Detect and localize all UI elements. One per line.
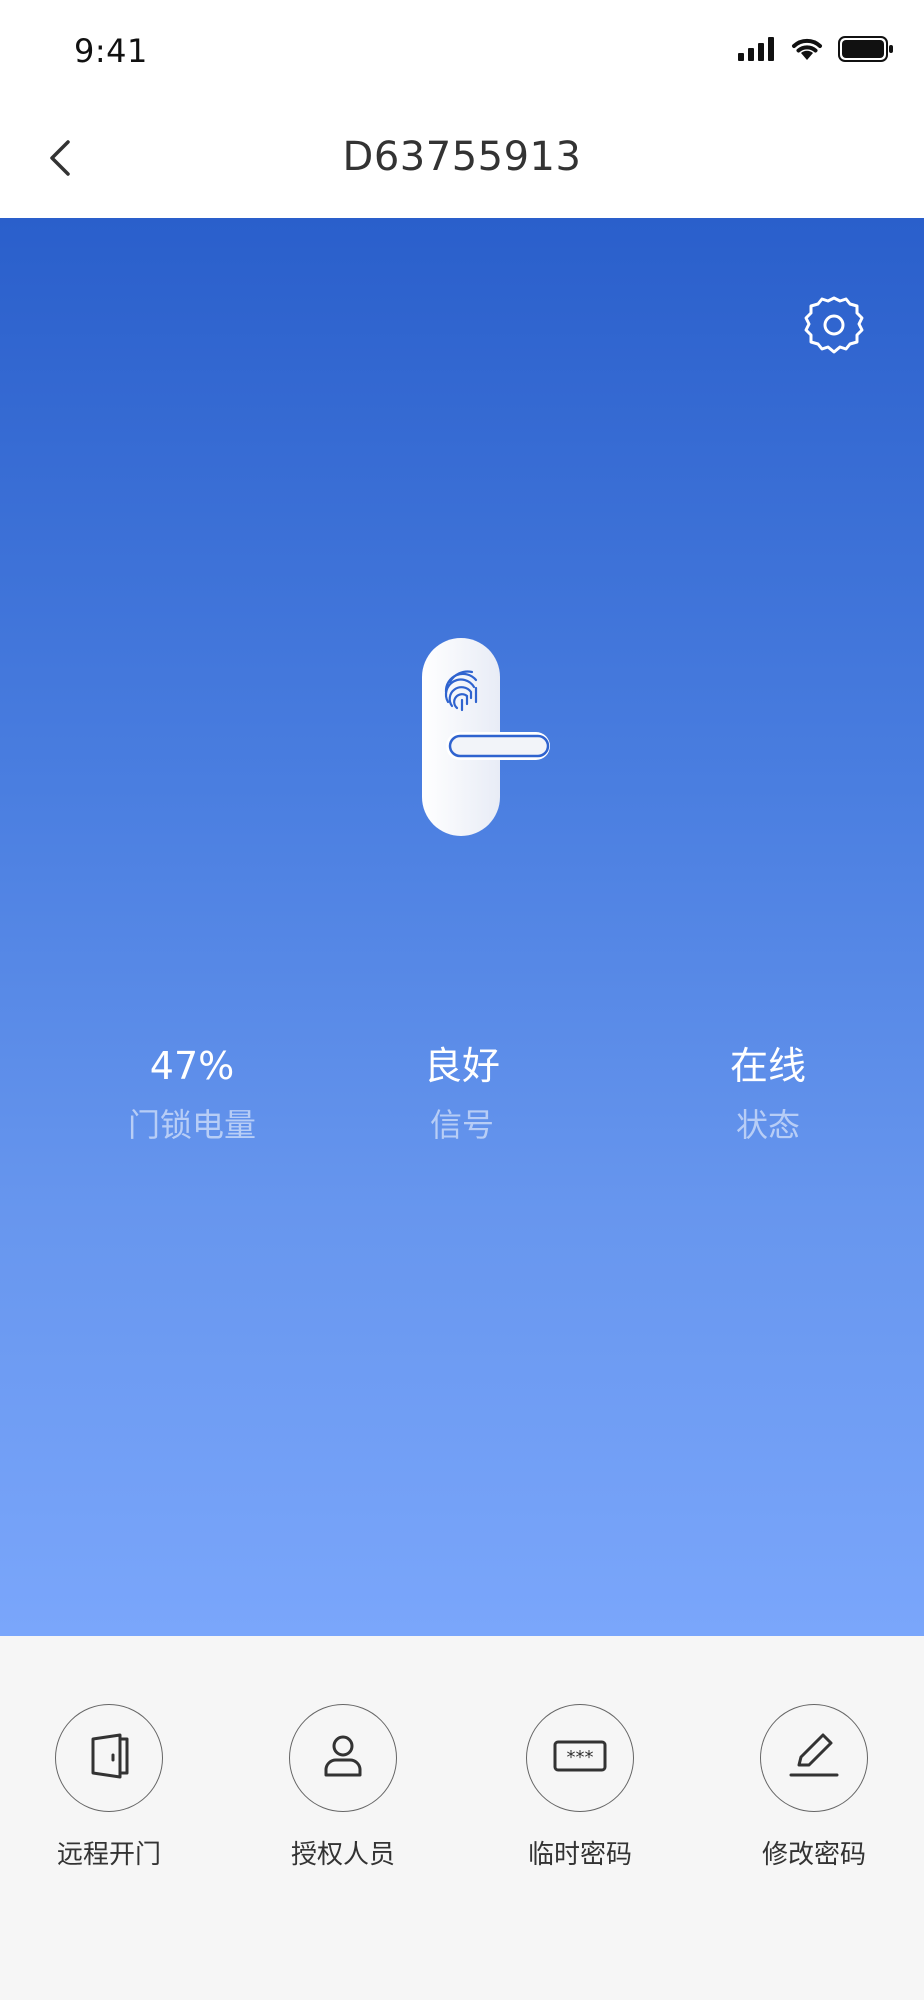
lock-status-panel: 47% 门锁电量 良好 信号 在线 状态 (0, 218, 924, 1636)
signal-icon (738, 37, 776, 65)
online-status-value: 在线 (729, 1044, 806, 1088)
change-password-button[interactable]: 修改密码 (714, 1704, 914, 1871)
remote-unlock-label: 远程开门 (56, 1840, 161, 1870)
battery-stat: 47% 门锁电量 (62, 1038, 322, 1146)
smart-lock-fingerprint-icon (410, 632, 560, 852)
svg-text:***: *** (567, 1747, 594, 1768)
battery-value: 47% (149, 1044, 235, 1088)
edit-icon (787, 1731, 841, 1785)
navigation-bar: D63755913 (0, 100, 924, 218)
battery-icon (838, 36, 894, 66)
user-icon (318, 1731, 368, 1785)
battery-label: 门锁电量 (127, 1106, 256, 1144)
online-status-label: 状态 (735, 1106, 800, 1144)
signal-label: 信号 (429, 1106, 494, 1144)
action-bar: 远程开门 授权人员 *** 临时密码 修改密码 (0, 1636, 924, 2000)
authorized-users-button[interactable]: 授权人员 (243, 1704, 443, 1871)
password-icon: *** (552, 1736, 608, 1780)
settings-button[interactable] (800, 294, 868, 362)
remote-unlock-button[interactable]: 远程开门 (9, 1704, 209, 1871)
temporary-password-button[interactable]: *** 临时密码 (480, 1704, 680, 1871)
temporary-password-label: 临时密码 (527, 1840, 632, 1870)
temporary-password-circle: *** (526, 1704, 634, 1812)
gear-icon (802, 294, 866, 362)
authorized-users-circle (289, 1704, 397, 1812)
wifi-icon (790, 36, 824, 66)
signal-value: 良好 (423, 1044, 500, 1088)
signal-stat: 良好 信号 (332, 1038, 592, 1146)
change-password-circle (760, 1704, 868, 1812)
lock-stats: 47% 门锁电量 良好 信号 在线 状态 (0, 1038, 924, 1178)
status-bar: 9:41 (0, 0, 924, 100)
status-time: 9:41 (74, 32, 148, 70)
authorized-users-label: 授权人员 (290, 1840, 395, 1870)
status-icons (738, 36, 894, 66)
change-password-label: 修改密码 (761, 1840, 866, 1870)
remote-unlock-circle (55, 1704, 163, 1812)
page-title: D63755913 (342, 134, 582, 180)
door-icon (84, 1731, 134, 1785)
online-status-stat: 在线 状态 (638, 1038, 898, 1146)
